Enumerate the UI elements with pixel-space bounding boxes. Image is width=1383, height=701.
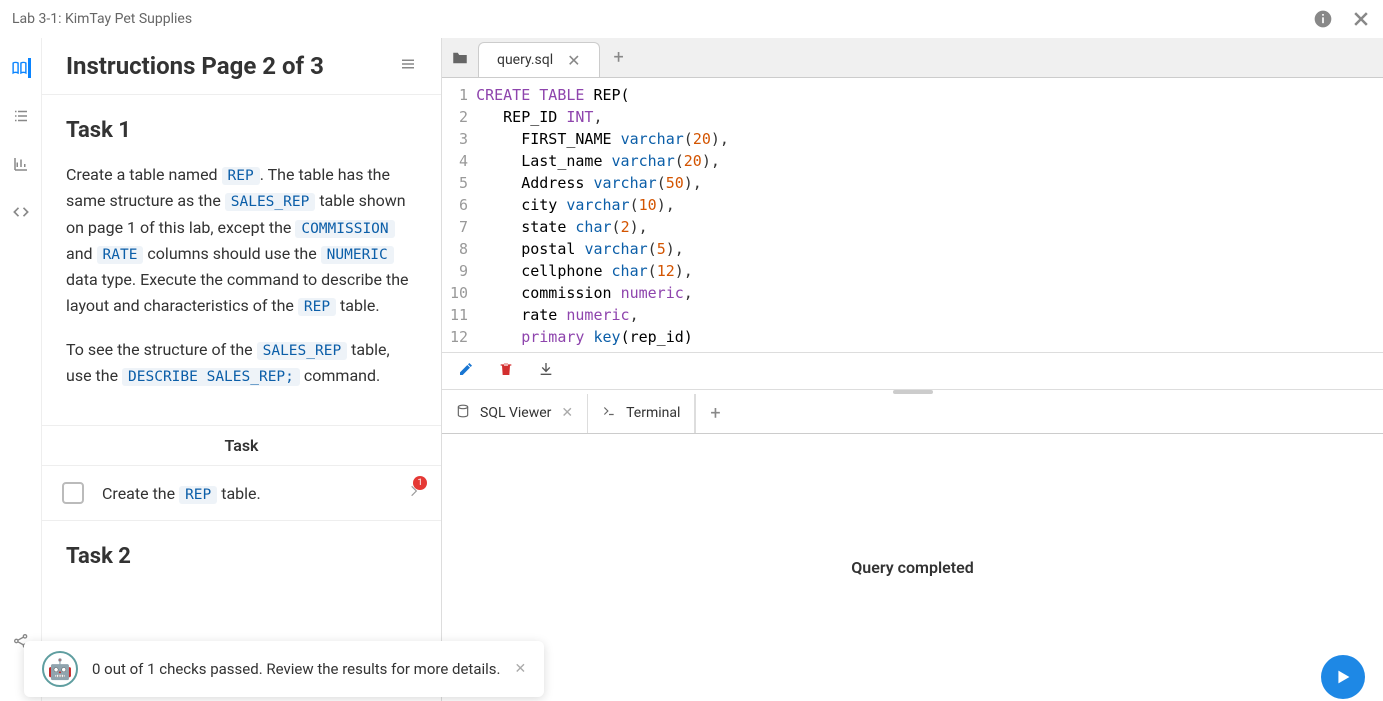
panel-add-icon[interactable]: + bbox=[696, 394, 734, 433]
task-label: Create the REP table. bbox=[102, 484, 389, 503]
task-checkbox[interactable] bbox=[62, 482, 84, 504]
tab-query-sql[interactable]: query.sql ✕ bbox=[478, 42, 600, 77]
trash-icon[interactable] bbox=[498, 361, 514, 381]
task1-paragraph-2: To see the structure of the SALES_REP ta… bbox=[66, 337, 417, 389]
panel-close-icon[interactable]: ✕ bbox=[561, 405, 573, 421]
instructions-panel: Instructions Page 2 of 3 Task 1 Create a… bbox=[42, 38, 442, 701]
chart-icon[interactable] bbox=[11, 154, 31, 174]
toast-close-icon[interactable]: ✕ bbox=[515, 661, 527, 677]
tab-label: query.sql bbox=[497, 52, 553, 68]
titlebar: Lab 3-1: KimTay Pet Supplies bbox=[0, 0, 1383, 38]
tab-close-icon[interactable]: ✕ bbox=[567, 51, 580, 70]
info-icon[interactable] bbox=[1313, 9, 1333, 29]
new-tab-icon[interactable]: + bbox=[600, 38, 638, 77]
close-icon[interactable] bbox=[1351, 9, 1371, 29]
editor-toolbar bbox=[442, 352, 1383, 390]
editor-area: query.sql ✕ + 1234567891011121314 CREATE… bbox=[442, 38, 1383, 701]
task1-heading: Task 1 bbox=[66, 113, 417, 148]
code-commission: COMMISSION bbox=[295, 220, 394, 238]
panel-tab-terminal[interactable]: Terminal bbox=[588, 394, 695, 433]
code-salesrep: SALES_REP bbox=[225, 193, 316, 211]
edit-icon[interactable] bbox=[458, 361, 474, 381]
lab-title: Lab 3-1: KimTay Pet Supplies bbox=[12, 11, 1313, 27]
code-rep: REP bbox=[222, 167, 260, 185]
list-icon[interactable] bbox=[11, 106, 31, 126]
panel-tab-sqlviewer[interactable]: SQL Viewer ✕ bbox=[442, 394, 588, 433]
task-section-header: Task bbox=[42, 425, 441, 466]
code-salesrep2: SALES_REP bbox=[257, 342, 348, 360]
database-icon bbox=[456, 404, 470, 422]
left-rail bbox=[0, 38, 42, 701]
code-describe: DESCRIBE SALES_REP; bbox=[122, 368, 300, 386]
line-gutter: 1234567891011121314 bbox=[442, 84, 476, 352]
instructions-heading: Instructions Page 2 of 3 bbox=[66, 52, 399, 80]
bot-icon: 🤖 bbox=[42, 651, 78, 687]
code-editor[interactable]: 1234567891011121314 CREATE TABLE REP( RE… bbox=[442, 78, 1383, 352]
code-rate: RATE bbox=[97, 246, 144, 264]
toast-message: 0 out of 1 checks passed. Review the res… bbox=[92, 660, 501, 678]
code-lines[interactable]: CREATE TABLE REP( REP_ID INT, FIRST_NAME… bbox=[476, 84, 1383, 352]
chevron-right-icon[interactable]: 1 bbox=[407, 484, 421, 502]
sql-result: Query completed bbox=[442, 434, 1383, 701]
task-badge: 1 bbox=[413, 476, 427, 490]
task1-paragraph-1: Create a table named REP. The table has … bbox=[66, 162, 417, 319]
task-row[interactable]: Create the REP table. 1 bbox=[42, 466, 441, 521]
task2-heading: Task 2 bbox=[66, 539, 417, 574]
tabbar: query.sql ✕ + bbox=[442, 38, 1383, 78]
code-numeric: NUMERIC bbox=[321, 246, 394, 264]
run-button[interactable] bbox=[1321, 655, 1365, 699]
code-icon[interactable] bbox=[11, 202, 31, 222]
toast: 🤖 0 out of 1 checks passed. Review the r… bbox=[24, 641, 544, 697]
terminal-icon bbox=[602, 404, 616, 422]
code-rep2: REP bbox=[298, 298, 336, 316]
download-icon[interactable] bbox=[538, 361, 554, 381]
menu-icon[interactable] bbox=[399, 55, 417, 77]
book-icon[interactable] bbox=[11, 58, 31, 78]
panel-tabs: SQL Viewer ✕ Terminal + bbox=[442, 394, 1383, 434]
folder-icon[interactable] bbox=[442, 38, 478, 77]
